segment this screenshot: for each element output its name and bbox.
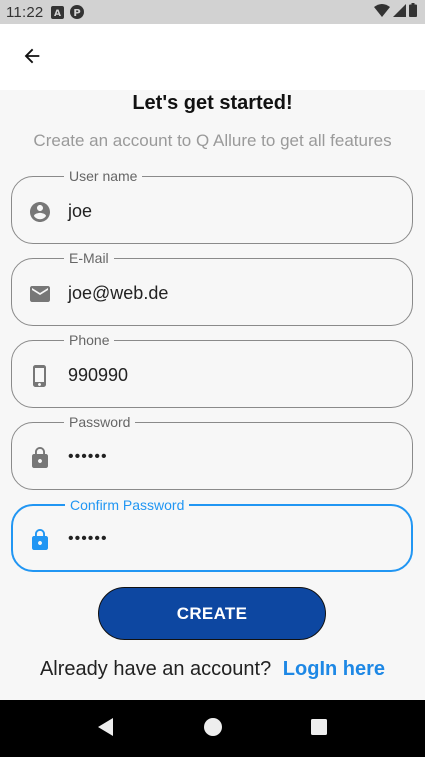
a-notification-icon: A: [51, 5, 65, 19]
phone-icon: [27, 363, 53, 389]
page-title: Let's get started!: [132, 92, 293, 114]
p-notification-icon: P: [70, 5, 85, 19]
lock-icon: [27, 527, 53, 553]
account-circle-icon: [27, 199, 53, 225]
wifi-icon: [374, 3, 390, 21]
username-field[interactable]: User name joe: [11, 168, 413, 244]
phone-label: Phone: [64, 332, 115, 348]
page-subtitle: Create an account to Q Allure to get all…: [33, 131, 392, 150]
confirm-password-label: Confirm Password: [65, 497, 190, 513]
svg-text:A: A: [54, 9, 61, 19]
status-bar: 11:22 A P: [0, 0, 425, 24]
nav-recents-button[interactable]: [307, 717, 331, 741]
create-button[interactable]: CREATE: [98, 587, 326, 640]
phone-field[interactable]: Phone 990990: [11, 332, 413, 408]
app-bar: [0, 24, 425, 90]
email-field[interactable]: E-Mail joe@web.de: [11, 250, 413, 326]
password-field[interactable]: Password ••••••: [11, 414, 413, 490]
triangle-back-icon: [96, 717, 116, 742]
confirm-password-input[interactable]: ••••••: [68, 527, 108, 551]
lock-icon: [27, 445, 53, 471]
svg-text:P: P: [74, 8, 81, 19]
phone-input[interactable]: 990990: [68, 363, 128, 387]
login-prompt: Already have an account? LogIn here: [0, 658, 425, 681]
circle-home-icon: [203, 717, 223, 742]
signal-icon: [393, 3, 406, 21]
login-link[interactable]: LogIn here: [283, 658, 385, 680]
confirm-password-field[interactable]: Confirm Password ••••••: [11, 497, 413, 572]
arrow-left-icon: [21, 45, 43, 72]
nav-home-button[interactable]: [201, 717, 225, 741]
square-recents-icon: [309, 717, 329, 742]
status-time: 11:22: [6, 3, 44, 21]
password-input[interactable]: ••••••: [68, 445, 108, 469]
email-input[interactable]: joe@web.de: [68, 281, 168, 305]
password-label: Password: [64, 414, 136, 430]
mail-icon: [27, 281, 53, 307]
username-input[interactable]: joe: [68, 199, 92, 223]
battery-icon: [409, 3, 417, 21]
navigation-bar: [0, 700, 425, 757]
email-label: E-Mail: [64, 250, 114, 266]
login-prompt-text: Already have an account?: [39, 658, 272, 680]
username-label: User name: [64, 168, 143, 184]
nav-back-button[interactable]: [94, 717, 118, 741]
back-button[interactable]: [18, 44, 46, 72]
